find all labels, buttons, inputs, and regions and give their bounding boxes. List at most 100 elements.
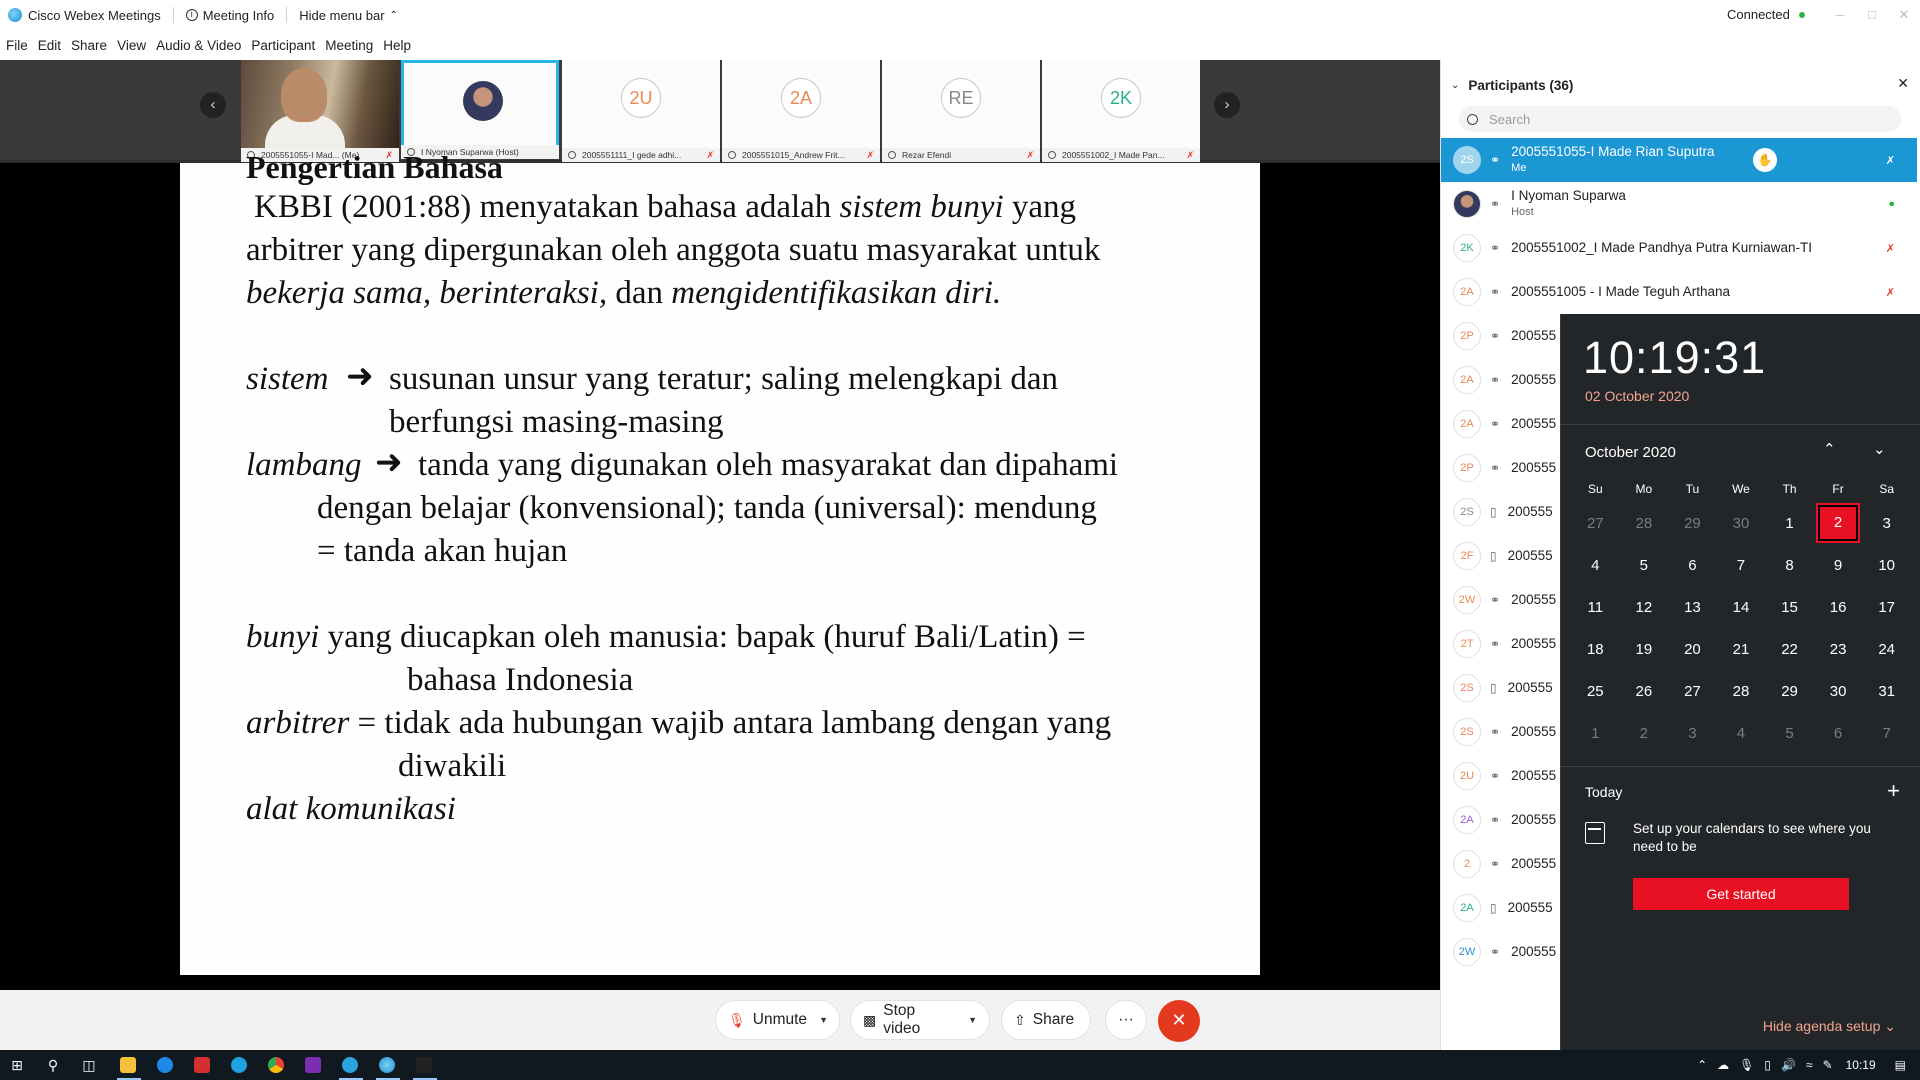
close-window-button[interactable]: ✕	[1894, 5, 1914, 25]
calendar-day[interactable]: 20	[1668, 641, 1717, 658]
raise-hand-icon[interactable]: ✋	[1753, 148, 1777, 172]
chevron-up-icon[interactable]: ⌃	[1823, 440, 1836, 458]
thumbnail-participant[interactable]: 2U 2005551111_I gede adhi... ✗	[562, 60, 720, 162]
more-options-button[interactable]: ···	[1105, 1000, 1147, 1040]
calendar-day[interactable]: 28	[1620, 515, 1669, 532]
hide-agenda-button[interactable]: Hide agenda setup ⌄	[1763, 1018, 1896, 1035]
participant-row[interactable]: 2A ⚭ 2005551005 - I Made Teguh Arthana ✗	[1441, 270, 1917, 314]
thumbnail-participant[interactable]: 2A 2005551015_Andrew Frit... ✗	[722, 60, 880, 162]
chevron-left-icon[interactable]: ‹	[200, 92, 226, 118]
calendar-day-today[interactable]: 2	[1814, 503, 1863, 543]
cloud-icon[interactable]: ☁	[1717, 1058, 1729, 1072]
menu-meeting[interactable]: Meeting	[325, 38, 373, 53]
calendar-day[interactable]: 15	[1765, 599, 1814, 616]
share-button[interactable]: ⇧ Share	[1001, 1000, 1091, 1040]
file-explorer-icon[interactable]	[120, 1057, 136, 1073]
chevron-right-icon[interactable]: ›	[1214, 92, 1240, 118]
menu-file[interactable]: File	[6, 38, 28, 53]
calendar-month[interactable]: October 2020	[1585, 444, 1676, 461]
mic-on-icon[interactable]: ●	[1888, 198, 1895, 210]
clock-date[interactable]: 02 October 2020	[1585, 388, 1689, 404]
calendar-day[interactable]: 13	[1668, 599, 1717, 616]
calendar-day[interactable]: 14	[1717, 599, 1766, 616]
calendar-day[interactable]: 6	[1814, 725, 1863, 742]
mic-muted-icon[interactable]: ✗	[1886, 286, 1895, 299]
wifi-icon[interactable]: ≈	[1806, 1058, 1813, 1072]
menu-audio-video[interactable]: Audio & Video	[156, 38, 241, 53]
calendar-day[interactable]: 4	[1571, 557, 1620, 574]
microphone-icon[interactable]: 🎙	[1739, 1058, 1754, 1072]
participant-row[interactable]: ⚭ I Nyoman Suparwa Host ●	[1441, 182, 1917, 226]
hide-menu-bar-button[interactable]: Hide menu bar ⌃	[299, 8, 398, 23]
menu-edit[interactable]: Edit	[38, 38, 61, 53]
chevron-down-icon[interactable]: ▼	[968, 1015, 977, 1025]
calendar-day[interactable]: 12	[1620, 599, 1669, 616]
thumbnail-participant[interactable]: RE Rezar Efendi ✗	[882, 60, 1040, 162]
calendar-day[interactable]: 11	[1571, 599, 1620, 616]
edge-icon[interactable]	[231, 1057, 247, 1073]
taskbar-clock[interactable]: 10:19	[1846, 1058, 1876, 1072]
menu-help[interactable]: Help	[383, 38, 411, 53]
calendar-day[interactable]: 26	[1620, 683, 1669, 700]
calendar-day[interactable]: 9	[1814, 557, 1863, 574]
calendar-day[interactable]: 29	[1765, 683, 1814, 700]
end-call-button[interactable]: ✕	[1158, 1000, 1200, 1042]
chevron-down-icon[interactable]: ⌄	[1451, 80, 1459, 91]
thumbnail-host[interactable]: I Nyoman Suparwa (Host)	[401, 60, 559, 159]
calendar-day[interactable]: 1	[1571, 725, 1620, 742]
calendar-day[interactable]: 7	[1862, 725, 1911, 742]
task-view-icon[interactable]: ◫	[79, 1055, 99, 1075]
stop-video-button[interactable]: ▩ Stop video ▼	[850, 1000, 990, 1040]
calendar-day[interactable]: 30	[1814, 683, 1863, 700]
windows-start-icon[interactable]: ⊞	[7, 1055, 27, 1075]
telegram-icon[interactable]	[342, 1057, 358, 1073]
notifications-icon[interactable]: ▤	[1895, 1058, 1906, 1072]
calendar-day[interactable]: 16	[1814, 599, 1863, 616]
calendar-day[interactable]: 5	[1765, 725, 1814, 742]
menu-participant[interactable]: Participant	[251, 38, 315, 53]
calendar-day[interactable]: 27	[1571, 515, 1620, 532]
calendar-day[interactable]: 17	[1862, 599, 1911, 616]
calendar-day[interactable]: 30	[1717, 515, 1766, 532]
calendar-day[interactable]: 3	[1862, 515, 1911, 532]
calendar-day[interactable]: 22	[1765, 641, 1814, 658]
app-icon[interactable]	[157, 1057, 173, 1073]
volume-icon[interactable]: 🔊	[1781, 1058, 1796, 1072]
menu-view[interactable]: View	[117, 38, 146, 53]
calendar-day[interactable]: 3	[1668, 725, 1717, 742]
onenote-icon[interactable]	[305, 1057, 321, 1073]
calendar-day[interactable]: 8	[1765, 557, 1814, 574]
mic-muted-icon[interactable]: ✗	[1886, 154, 1895, 167]
app-icon[interactable]	[194, 1057, 210, 1073]
thumbnail-me[interactable]: 2005551055-I Mad... (Me) ✗	[241, 60, 399, 162]
mic-muted-icon[interactable]: ✗	[1886, 242, 1895, 255]
chevron-down-icon[interactable]: ⌄	[1873, 440, 1886, 458]
calendar-day[interactable]: 31	[1862, 683, 1911, 700]
meeting-info-button[interactable]: i Meeting Info	[185, 8, 274, 23]
chevron-up-icon[interactable]: ⌃	[1697, 1058, 1707, 1072]
calendar-day[interactable]: 4	[1717, 725, 1766, 742]
menu-share[interactable]: Share	[71, 38, 107, 53]
language-icon[interactable]: ✎	[1823, 1058, 1833, 1072]
calendar-day[interactable]: 25	[1571, 683, 1620, 700]
chrome-icon[interactable]	[268, 1057, 284, 1073]
calendar-day[interactable]: 28	[1717, 683, 1766, 700]
search-icon[interactable]: ⚲	[43, 1055, 63, 1075]
calendar-day[interactable]: 2	[1620, 725, 1669, 742]
calendar-day[interactable]: 23	[1814, 641, 1863, 658]
search-input[interactable]	[1489, 111, 1869, 127]
calendar-day[interactable]: 6	[1668, 557, 1717, 574]
chevron-down-icon[interactable]: ▼	[819, 1015, 828, 1025]
maximize-button[interactable]: □	[1862, 5, 1882, 25]
calendar-day[interactable]: 1	[1765, 515, 1814, 532]
calendar-day[interactable]: 7	[1717, 557, 1766, 574]
unmute-button[interactable]: 🎙 Unmute ▼	[715, 1000, 840, 1040]
add-event-icon[interactable]: +	[1887, 778, 1900, 804]
calendar-day[interactable]: 21	[1717, 641, 1766, 658]
calendar-day[interactable]: 5	[1620, 557, 1669, 574]
minimize-button[interactable]: –	[1830, 5, 1850, 25]
battery-icon[interactable]: ▯	[1764, 1058, 1771, 1072]
calendar-day[interactable]: 18	[1571, 641, 1620, 658]
participant-row-me[interactable]: 2S ⚭ 2005551055-I Made Rian Suputra Me ✋ …	[1441, 138, 1917, 182]
participant-row[interactable]: 2K ⚭ 2005551002_I Made Pandhya Putra Kur…	[1441, 226, 1917, 270]
